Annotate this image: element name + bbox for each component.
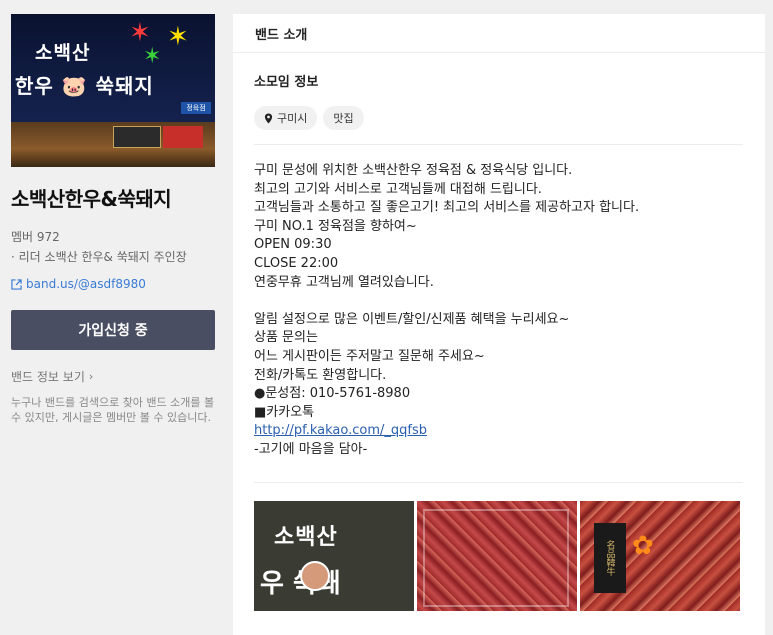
star-decoration-icon: ✶ — [167, 22, 189, 52]
band-intro-panel: 밴드 소개 소모임 정보 구미시 맛집 구미 문성에 위치한 소백산한우 정육점… — [233, 14, 765, 635]
description-line: CLOSE 22:00 — [254, 255, 339, 271]
description-line: 고객님들과 소통하고 질 좋은고기! 최고의 서비스를 제공하고자 합니다. — [254, 200, 640, 216]
description-line: OPEN 09:30 — [254, 237, 332, 253]
tag-label: 맛집 — [333, 112, 354, 125]
description-line: 알림 설정으로 많은 이벤트/할인/신제품 혜택을 누리세요~ — [254, 311, 570, 327]
cover-store-sign — [163, 126, 203, 148]
tag-location[interactable]: 구미시 — [254, 106, 318, 130]
photo-strip: 소백산 우 쑥돼 名品韓牛 ✿ — [254, 500, 743, 611]
description-line: 전화/카톡도 환영합니다. — [254, 367, 387, 383]
band-description: 구미 문성에 위치한 소백산한우 정육점 & 정육식당 입니다. 최고의 고기와… — [254, 162, 743, 460]
description-line: 어느 게시판이든 주저말고 질문해 주세요~ — [254, 348, 485, 364]
description-line: 최고의 고기와 서비스로 고객님들께 대접해 드립니다. — [254, 181, 542, 197]
description-blank-line — [254, 292, 743, 311]
description-line: -고기에 마음을 담아- — [254, 441, 368, 457]
join-request-button[interactable]: 가입신청 중 — [11, 310, 215, 350]
cover-store-sign — [113, 126, 161, 148]
band-sidebar: ✶ ✶ ✶ 소백산 한우 🐷 쑥돼지 정육점 소백산한우&쑥돼지 멤버 972 … — [11, 14, 215, 425]
band-info-link[interactable]: 밴드 정보 보기 › — [11, 368, 215, 385]
band-photo[interactable]: 소백산 우 쑥돼 — [254, 500, 414, 611]
band-info-link-label: 밴드 정보 보기 — [11, 370, 85, 384]
description-line: 상품 문의는 — [254, 330, 318, 346]
description-line: ●문성점: 010-5761-8980 — [254, 386, 411, 402]
tag-label: 구미시 — [277, 112, 308, 125]
tag-category[interactable]: 맛집 — [323, 106, 364, 130]
cover-sign-text: 소백산 — [35, 42, 91, 64]
location-pin-icon — [264, 113, 273, 123]
pig-logo-icon — [300, 560, 330, 591]
star-decoration-icon: ✶ — [143, 44, 162, 69]
band-cover-image[interactable]: ✶ ✶ ✶ 소백산 한우 🐷 쑥돼지 정육점 — [11, 14, 215, 167]
panel-content: 소모임 정보 구미시 맛집 구미 문성에 위치한 소백산한우 정육점 & 정육식… — [233, 71, 765, 611]
leader-info: · 리더 소백산 한우& 쑥돼지 주인장 — [11, 250, 187, 264]
external-link-icon — [11, 278, 22, 290]
description-line: 연중무휴 고객님께 열려있습니다. — [254, 274, 434, 290]
band-url-link[interactable]: band.us/@asdf8980 — [11, 277, 215, 291]
cover-sub-sign: 정육점 — [181, 102, 211, 114]
panel-title: 밴드 소개 — [233, 14, 765, 53]
cover-sign-text: 한우 🐷 쑥돼지 — [15, 74, 154, 98]
description-line: ■카카오톡 — [254, 404, 315, 420]
member-count[interactable]: 멤버 972 — [11, 228, 215, 245]
divider — [254, 481, 743, 483]
divider — [254, 144, 743, 145]
description-line: 구미 NO.1 정육점을 향하여~ — [254, 218, 417, 234]
kakao-channel-link[interactable]: http://pf.kakao.com/_qqfsb — [254, 423, 427, 438]
band-photo[interactable] — [417, 500, 577, 611]
description-line: 구미 문성에 위치한 소백산한우 정육점 & 정육식당 입니다. — [254, 163, 573, 178]
maple-leaf-icon: ✿ — [632, 530, 654, 561]
tag-list: 구미시 맛집 — [254, 106, 743, 130]
visibility-note: 누구나 밴드를 검색으로 찾아 밴드 소개를 볼 수 있지만, 게시글은 멤버만… — [11, 396, 215, 424]
band-url-text: band.us/@asdf8980 — [26, 277, 146, 291]
meat-tray — [423, 508, 569, 607]
photo-sign-text: 소백산 — [274, 524, 338, 550]
meat-label: 名品韓牛 — [594, 522, 626, 593]
chevron-right-icon: › — [88, 370, 94, 383]
band-name: 소백산한우&쑥돼지 — [11, 187, 172, 211]
section-title: 소모임 정보 — [254, 75, 319, 90]
band-photo[interactable]: 名品韓牛 ✿ — [580, 500, 740, 611]
